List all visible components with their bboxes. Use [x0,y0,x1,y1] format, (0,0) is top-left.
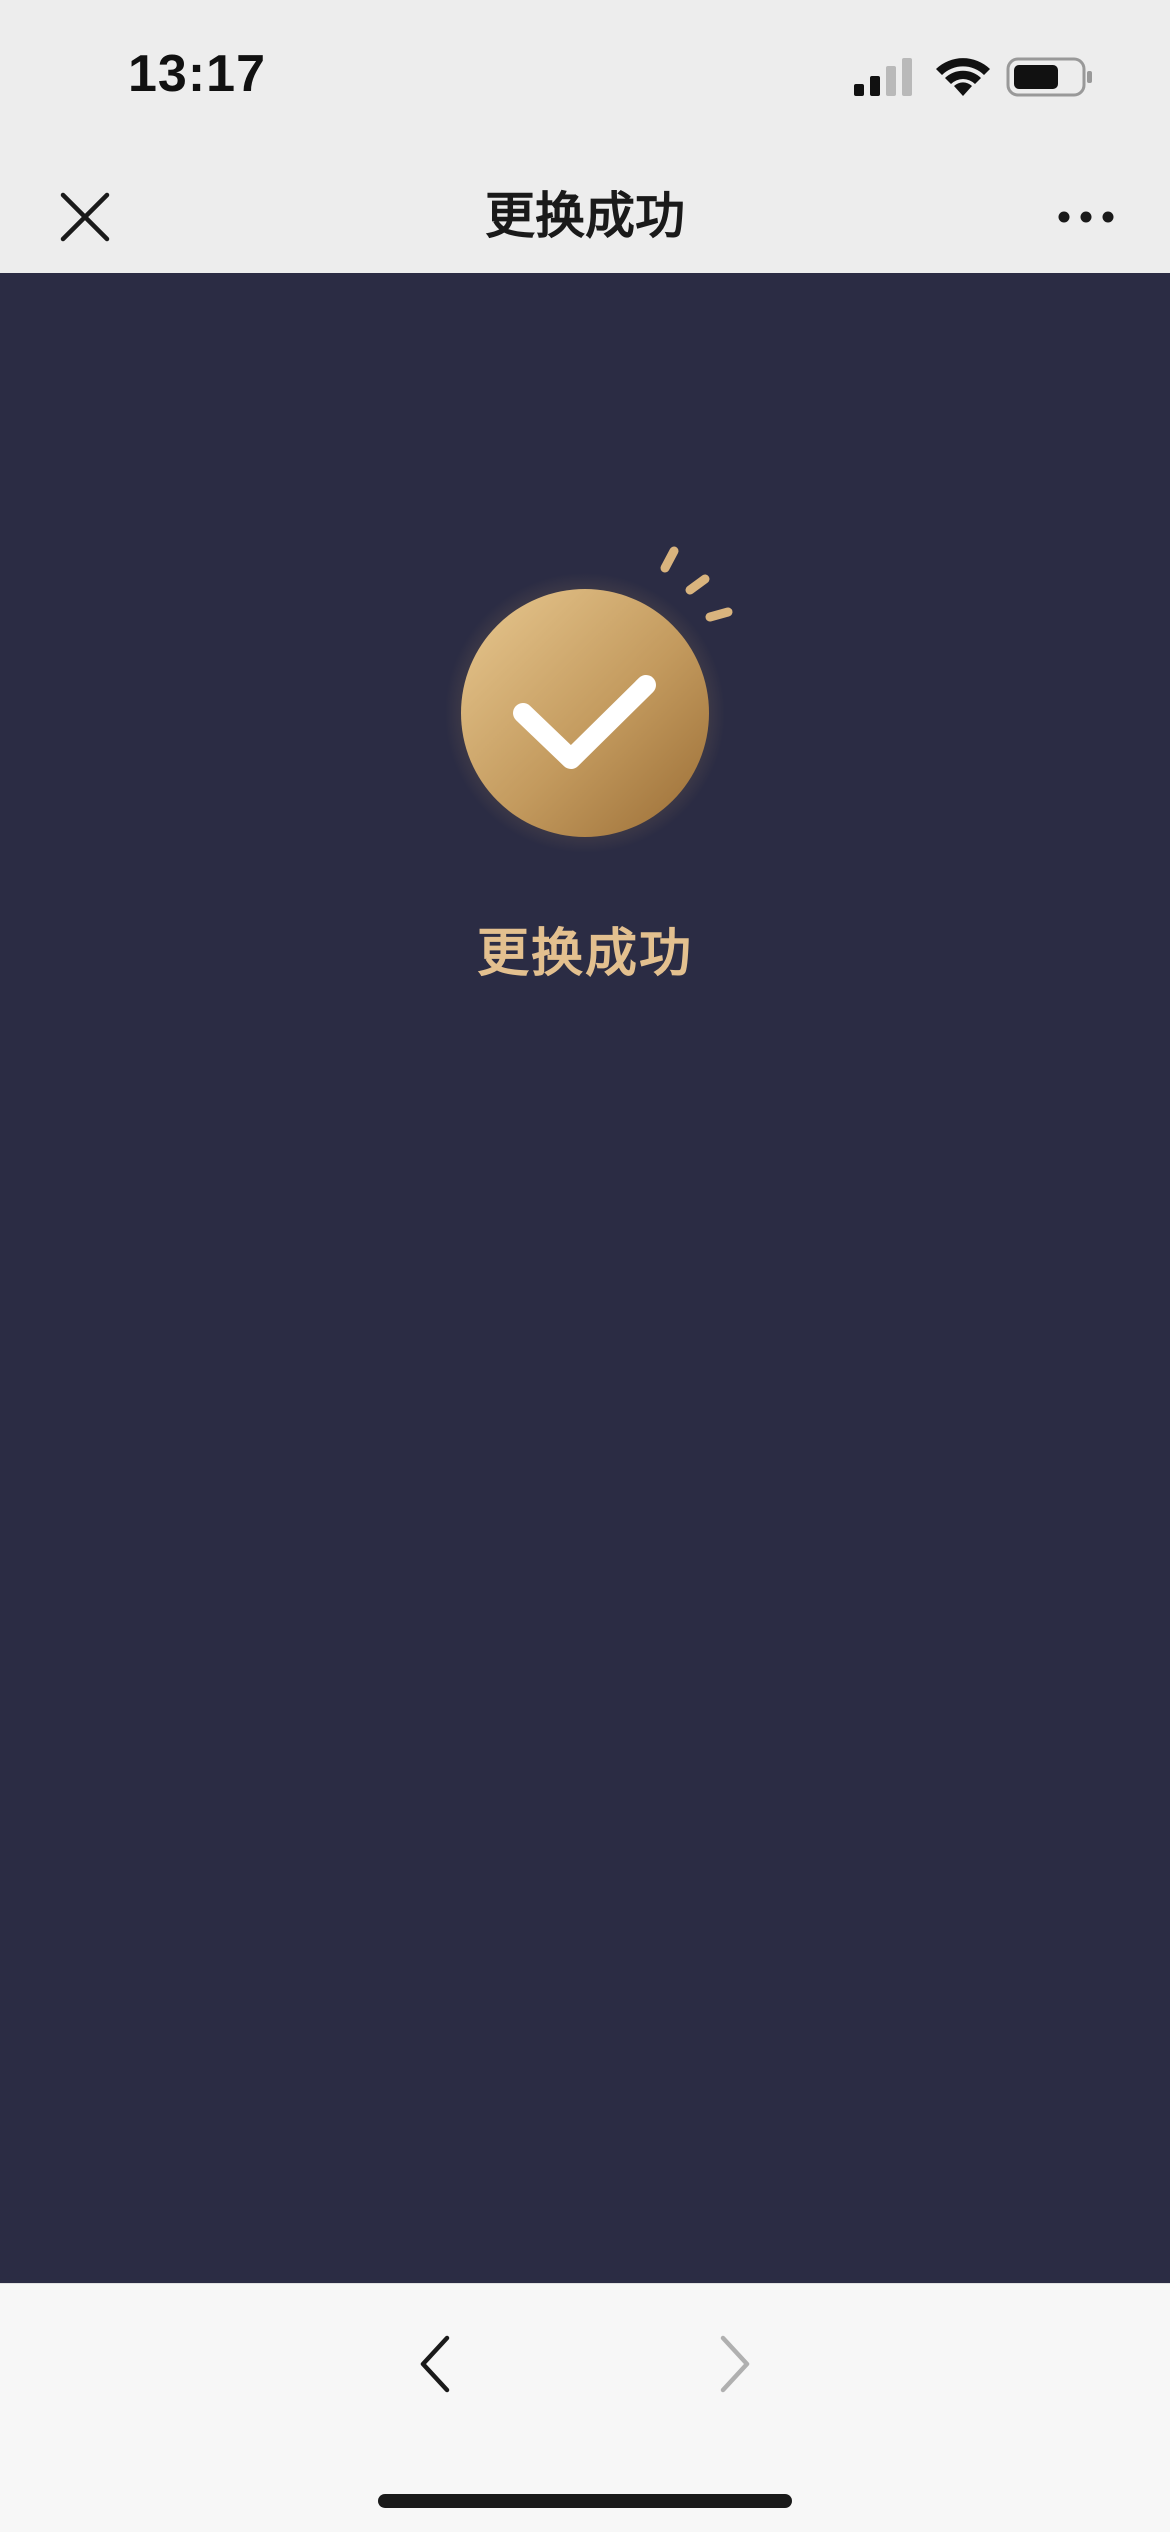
back-button[interactable] [400,2314,470,2414]
more-button[interactable] [1040,172,1132,262]
success-message: 更换成功 [476,924,693,984]
status-bar: 13:17 [0,0,1170,140]
chevron-left-icon [420,2335,450,2393]
forward-button[interactable] [700,2314,770,2414]
check-circle-icon [445,546,733,853]
nav-bar: 更换成功 [0,140,1170,274]
main-content: 更换成功 [0,273,1170,2283]
status-time: 13:17 [128,45,266,103]
more-icon [1058,211,1114,223]
bottom-toolbar [0,2283,1170,2532]
page-title: 更换成功 [485,187,685,245]
battery-icon [1006,57,1092,97]
wifi-icon [936,58,990,96]
home-indicator [378,2494,792,2508]
screen: 13:17 更换成功 更换成功 [0,0,1170,2532]
cellular-signal-icon [854,58,912,96]
chevron-right-icon [720,2335,750,2393]
